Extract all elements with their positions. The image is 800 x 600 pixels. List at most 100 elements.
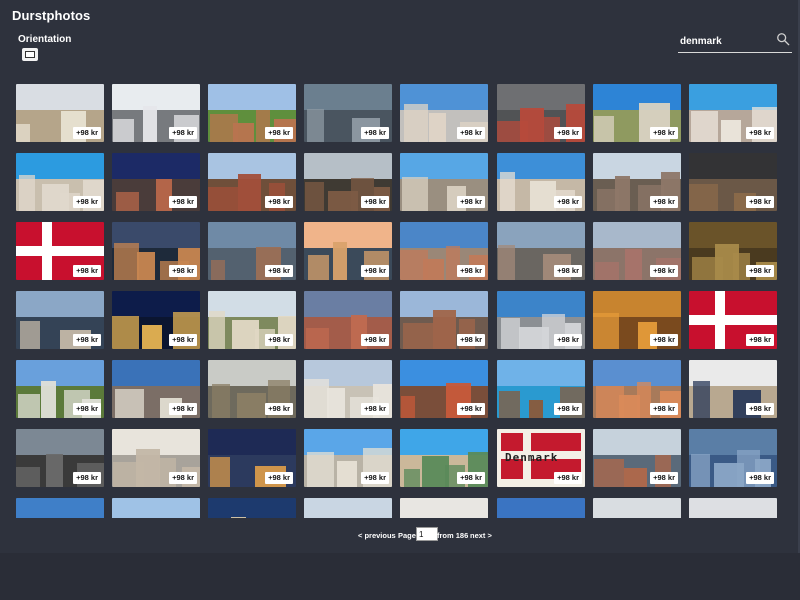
photo-tile[interactable]: +98 kr bbox=[112, 360, 200, 418]
photo-tile[interactable]: +98 kr bbox=[304, 429, 392, 487]
photo-tile[interactable]: +98 kr bbox=[400, 222, 488, 280]
photo-tile[interactable]: +98 kr bbox=[497, 153, 585, 211]
photo-tile[interactable]: +98 kr bbox=[16, 84, 104, 142]
photo-tile[interactable] bbox=[593, 498, 681, 518]
price-badge: +98 kr bbox=[169, 196, 197, 208]
price-badge: +98 kr bbox=[650, 196, 678, 208]
photo-tile[interactable]: +98 kr bbox=[16, 291, 104, 349]
photo-tile[interactable]: +98 kr bbox=[208, 291, 296, 349]
photo-tile[interactable] bbox=[497, 498, 585, 518]
photo-tile[interactable]: +98 kr bbox=[16, 429, 104, 487]
price-badge: +98 kr bbox=[554, 334, 582, 346]
orientation-landscape-button[interactable] bbox=[22, 48, 38, 61]
photo-tile[interactable]: +98 kr bbox=[593, 153, 681, 211]
photo-tile[interactable]: +98 kr bbox=[304, 222, 392, 280]
photo-tile[interactable]: +98 kr bbox=[593, 360, 681, 418]
photo-tile[interactable]: +98 kr bbox=[112, 84, 200, 142]
photo-tile[interactable] bbox=[208, 498, 296, 518]
photo-tile[interactable] bbox=[304, 498, 392, 518]
photo-tile[interactable]: +98 kr bbox=[689, 153, 777, 211]
photo-tile[interactable]: +98 kr bbox=[112, 153, 200, 211]
photo-tile[interactable]: +98 kr bbox=[16, 153, 104, 211]
photo-sky bbox=[16, 429, 104, 456]
page-number-input[interactable] bbox=[416, 527, 438, 541]
photo-building bbox=[333, 242, 348, 280]
photo-tile[interactable]: +98 kr bbox=[593, 291, 681, 349]
photo-tile[interactable]: +98 kr bbox=[304, 291, 392, 349]
photo-tile[interactable] bbox=[689, 498, 777, 518]
price-badge: +98 kr bbox=[169, 403, 197, 415]
photo-tile[interactable]: +98 kr bbox=[689, 222, 777, 280]
flag-cross bbox=[16, 246, 104, 256]
price-badge: +98 kr bbox=[361, 334, 389, 346]
photo-tile[interactable]: +98 kr bbox=[112, 291, 200, 349]
photo-tile[interactable]: +98 kr bbox=[593, 222, 681, 280]
photo-tile[interactable]: +98 kr bbox=[400, 291, 488, 349]
photo-tile[interactable] bbox=[16, 498, 104, 518]
photo-sky bbox=[208, 498, 296, 518]
photo-building bbox=[691, 454, 710, 487]
price-badge: +98 kr bbox=[457, 403, 485, 415]
price-badge: +98 kr bbox=[73, 127, 101, 139]
photo-tile[interactable]: +98 kr bbox=[593, 84, 681, 142]
search-icon[interactable] bbox=[776, 32, 790, 46]
photo-tile[interactable]: +98 kr bbox=[208, 222, 296, 280]
photo-tile[interactable]: +98 kr bbox=[400, 360, 488, 418]
photo-building bbox=[691, 111, 718, 142]
photo-tile[interactable]: +98 kr bbox=[689, 429, 777, 487]
photo-tile[interactable]: +98 kr bbox=[400, 429, 488, 487]
photo-building bbox=[404, 469, 420, 487]
photo-building bbox=[304, 379, 329, 418]
next-page-link[interactable]: next > bbox=[470, 531, 492, 540]
photo-tile[interactable]: +98 kr bbox=[689, 84, 777, 142]
photo-building bbox=[41, 381, 56, 418]
photo-building bbox=[520, 108, 544, 142]
photo-sky bbox=[304, 498, 392, 518]
photo-tile[interactable]: +98 kr bbox=[497, 84, 585, 142]
photo-sky bbox=[304, 222, 392, 249]
price-badge: +98 kr bbox=[746, 196, 774, 208]
photo-tile[interactable]: +98 kr bbox=[497, 360, 585, 418]
photo-tile[interactable]: +98 kr bbox=[208, 84, 296, 142]
price-badge: +98 kr bbox=[650, 403, 678, 415]
photo-tile[interactable]: +98 kr bbox=[497, 222, 585, 280]
price-badge: +98 kr bbox=[361, 265, 389, 277]
search-input[interactable] bbox=[678, 33, 772, 49]
photo-tile[interactable]: +98 kr bbox=[304, 84, 392, 142]
photo-building bbox=[501, 318, 520, 349]
photo-tile[interactable]: +98 kr bbox=[16, 360, 104, 418]
photo-building bbox=[499, 391, 520, 418]
photo-building bbox=[143, 106, 158, 142]
price-badge: +98 kr bbox=[457, 265, 485, 277]
photo-sky bbox=[112, 360, 200, 387]
photo-tile[interactable]: +98 kr bbox=[304, 153, 392, 211]
photo-tile[interactable]: +98 kr bbox=[689, 360, 777, 418]
photo-building bbox=[16, 467, 40, 487]
photo-tile[interactable]: +98 kr bbox=[304, 360, 392, 418]
photo-tile[interactable]: +98 kr bbox=[208, 360, 296, 418]
photo-tile[interactable]: +98 kr bbox=[400, 153, 488, 211]
photo-tile[interactable] bbox=[400, 498, 488, 518]
price-badge: +98 kr bbox=[73, 334, 101, 346]
photo-tile[interactable]: +98 kr bbox=[208, 429, 296, 487]
photo-tile[interactable]: +98 kr bbox=[112, 222, 200, 280]
price-badge: +98 kr bbox=[746, 334, 774, 346]
photo-tile[interactable]: +98 kr bbox=[400, 84, 488, 142]
photo-tile[interactable]: +98 kr bbox=[16, 222, 104, 280]
photo-tile[interactable]: +98 kr bbox=[689, 291, 777, 349]
photo-tile[interactable]: Denmark +98 kr bbox=[497, 429, 585, 487]
photo-building bbox=[624, 468, 648, 487]
price-badge: +98 kr bbox=[265, 334, 293, 346]
photo-sky bbox=[208, 222, 296, 249]
photo-tile[interactable] bbox=[112, 498, 200, 518]
photo-building bbox=[500, 172, 515, 211]
photo-tile[interactable]: +98 kr bbox=[208, 153, 296, 211]
photo-tile[interactable]: +98 kr bbox=[112, 429, 200, 487]
photo-sky bbox=[689, 498, 777, 518]
photo-sky bbox=[304, 84, 392, 111]
photo-building bbox=[46, 454, 64, 487]
photo-sky bbox=[112, 153, 200, 180]
photo-tile[interactable]: +98 kr bbox=[497, 291, 585, 349]
photo-tile[interactable]: +98 kr bbox=[593, 429, 681, 487]
previous-page-link[interactable]: < previous bbox=[358, 531, 396, 540]
